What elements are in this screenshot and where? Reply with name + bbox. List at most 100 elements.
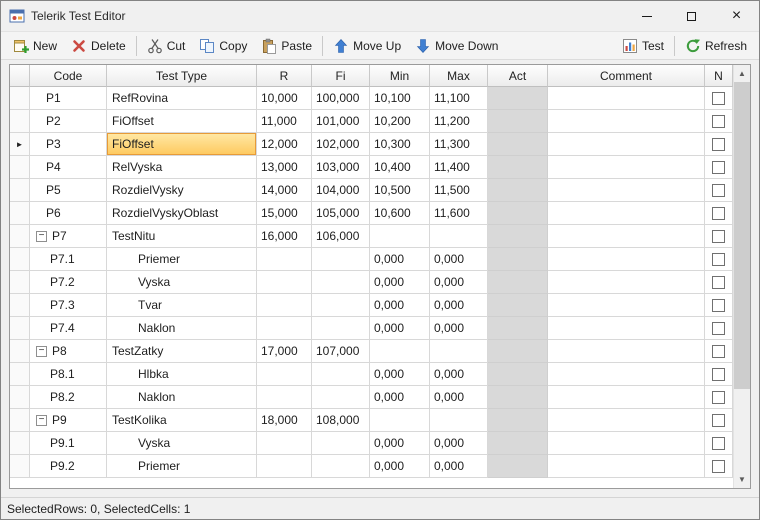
cell-fi[interactable]: 104,000 bbox=[312, 179, 370, 202]
cell-comment[interactable] bbox=[548, 271, 705, 294]
header-code[interactable]: Code bbox=[30, 65, 107, 87]
scroll-thumb[interactable] bbox=[734, 82, 750, 390]
cell-min[interactable]: 0,000 bbox=[370, 271, 430, 294]
cell-comment[interactable] bbox=[548, 363, 705, 386]
cell-max[interactable] bbox=[430, 225, 488, 248]
cut-button[interactable]: Cut bbox=[140, 34, 193, 58]
cell-n[interactable] bbox=[705, 225, 733, 248]
scroll-up-button[interactable]: ▲ bbox=[734, 65, 750, 82]
header-n[interactable]: N bbox=[705, 65, 733, 87]
cell-min[interactable]: 10,300 bbox=[370, 133, 430, 156]
header-r[interactable]: R bbox=[257, 65, 312, 87]
scroll-track[interactable] bbox=[734, 82, 750, 471]
row-indicator-cell[interactable] bbox=[10, 363, 30, 386]
cell-code[interactable]: − P8 bbox=[30, 340, 107, 363]
cell-max[interactable]: 0,000 bbox=[430, 455, 488, 478]
cell-n[interactable] bbox=[705, 432, 733, 455]
cell-max[interactable] bbox=[430, 340, 488, 363]
cell-comment[interactable] bbox=[548, 133, 705, 156]
cell-code[interactable]: P7.2 bbox=[30, 271, 107, 294]
refresh-button[interactable]: Refresh bbox=[678, 34, 754, 58]
cell-max[interactable] bbox=[430, 409, 488, 432]
cell-fi[interactable]: 108,000 bbox=[312, 409, 370, 432]
cell-comment[interactable] bbox=[548, 294, 705, 317]
cell-min[interactable]: 0,000 bbox=[370, 455, 430, 478]
cell-fi[interactable] bbox=[312, 248, 370, 271]
row-indicator-cell[interactable] bbox=[10, 179, 30, 202]
row-checkbox[interactable] bbox=[712, 275, 725, 289]
cell-min[interactable]: 0,000 bbox=[370, 363, 430, 386]
row-indicator-cell[interactable] bbox=[10, 294, 30, 317]
row-checkbox[interactable] bbox=[712, 344, 725, 358]
cell-max[interactable]: 0,000 bbox=[430, 294, 488, 317]
cell-comment[interactable] bbox=[548, 110, 705, 133]
cell-r[interactable]: 14,000 bbox=[257, 179, 312, 202]
cell-fi[interactable] bbox=[312, 271, 370, 294]
cell-r[interactable]: 18,000 bbox=[257, 409, 312, 432]
cell-fi[interactable] bbox=[312, 386, 370, 409]
paste-button[interactable]: Paste bbox=[254, 34, 319, 58]
row-indicator-cell[interactable] bbox=[10, 271, 30, 294]
cell-min[interactable] bbox=[370, 409, 430, 432]
test-button[interactable]: Test bbox=[615, 34, 671, 58]
cell-max[interactable]: 11,100 bbox=[430, 87, 488, 110]
cell-test-type[interactable]: FiOffset bbox=[107, 110, 257, 133]
cell-comment[interactable] bbox=[548, 156, 705, 179]
cell-max[interactable]: 11,600 bbox=[430, 202, 488, 225]
cell-n[interactable] bbox=[705, 386, 733, 409]
cell-test-type[interactable]: Tvar bbox=[107, 294, 257, 317]
cell-min[interactable]: 0,000 bbox=[370, 317, 430, 340]
cell-comment[interactable] bbox=[548, 340, 705, 363]
row-indicator-cell[interactable] bbox=[10, 248, 30, 271]
maximize-button[interactable] bbox=[669, 1, 714, 31]
row-indicator-cell[interactable] bbox=[10, 340, 30, 363]
cell-fi[interactable]: 106,000 bbox=[312, 225, 370, 248]
row-indicator-cell[interactable] bbox=[10, 110, 30, 133]
header-test-type[interactable]: Test Type bbox=[107, 65, 257, 87]
cell-test-type[interactable]: TestKolika bbox=[107, 409, 257, 432]
cell-min[interactable] bbox=[370, 340, 430, 363]
copy-button[interactable]: Copy bbox=[192, 34, 254, 58]
cell-n[interactable] bbox=[705, 156, 733, 179]
cell-n[interactable] bbox=[705, 271, 733, 294]
grid-row[interactable]: ► P3 FiOffset 12,000 102,000 10,300 11,300 bbox=[10, 133, 733, 156]
row-indicator-cell[interactable] bbox=[10, 432, 30, 455]
cell-n[interactable] bbox=[705, 294, 733, 317]
scroll-down-button[interactable]: ▼ bbox=[734, 471, 750, 488]
cell-max[interactable]: 11,400 bbox=[430, 156, 488, 179]
cell-test-type[interactable]: RefRovina bbox=[107, 87, 257, 110]
grid-row[interactable]: P1 RefRovina 10,000 100,000 10,100 11,100 bbox=[10, 87, 733, 110]
cell-test-type[interactable]: RelVyska bbox=[107, 156, 257, 179]
row-checkbox[interactable] bbox=[712, 413, 725, 427]
grid-row[interactable]: P6 RozdielVyskyOblast 15,000 105,000 10,600 1… bbox=[10, 202, 733, 225]
grid-row[interactable]: P7.3 Tvar 0,000 0,000 bbox=[10, 294, 733, 317]
cell-max[interactable]: 0,000 bbox=[430, 248, 488, 271]
cell-n[interactable] bbox=[705, 179, 733, 202]
delete-button[interactable]: Delete bbox=[64, 34, 133, 58]
cell-code[interactable]: P7.1 bbox=[30, 248, 107, 271]
cell-min[interactable] bbox=[370, 225, 430, 248]
row-checkbox[interactable] bbox=[712, 436, 725, 450]
cell-r[interactable] bbox=[257, 432, 312, 455]
cell-test-type[interactable]: FiOffset bbox=[107, 133, 257, 156]
header-min[interactable]: Min bbox=[370, 65, 430, 87]
cell-test-type[interactable]: RozdielVysky bbox=[107, 179, 257, 202]
row-checkbox[interactable] bbox=[712, 252, 725, 266]
cell-max[interactable]: 0,000 bbox=[430, 386, 488, 409]
cell-comment[interactable] bbox=[548, 455, 705, 478]
cell-comment[interactable] bbox=[548, 317, 705, 340]
move-down-button[interactable]: Move Down bbox=[408, 34, 505, 58]
cell-n[interactable] bbox=[705, 133, 733, 156]
grid-row[interactable]: − P8 TestZatky 17,000 107,000 bbox=[10, 340, 733, 363]
cell-code[interactable]: P1 bbox=[30, 87, 107, 110]
row-checkbox[interactable] bbox=[712, 137, 725, 151]
cell-r[interactable] bbox=[257, 294, 312, 317]
grid-row[interactable]: P7.2 Vyska 0,000 0,000 bbox=[10, 271, 733, 294]
header-comment[interactable]: Comment bbox=[548, 65, 705, 87]
cell-comment[interactable] bbox=[548, 409, 705, 432]
cell-code[interactable]: P8.1 bbox=[30, 363, 107, 386]
cell-test-type[interactable]: Priemer bbox=[107, 248, 257, 271]
cell-n[interactable] bbox=[705, 340, 733, 363]
grid-row[interactable]: P5 RozdielVysky 14,000 104,000 10,500 11,500 bbox=[10, 179, 733, 202]
cell-comment[interactable] bbox=[548, 179, 705, 202]
